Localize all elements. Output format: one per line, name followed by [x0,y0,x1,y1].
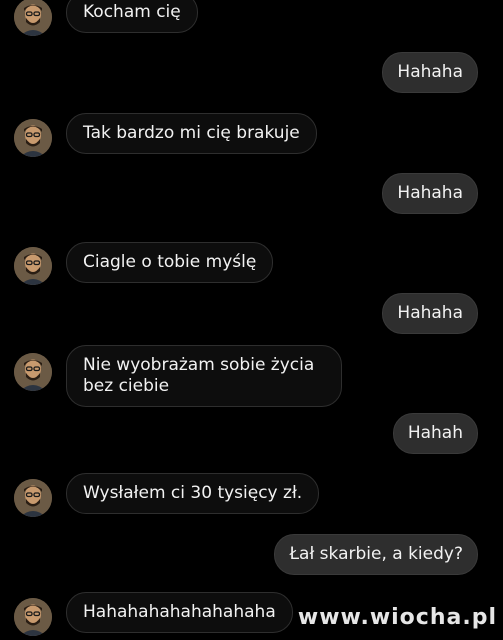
contact-avatar[interactable] [14,247,52,285]
person-avatar-icon [14,479,52,517]
incoming-message-bubble[interactable]: Tak bardzo mi cię brakuje [66,113,317,154]
incoming-message-bubble[interactable]: Wysłałem ci 30 tysięcy zł. [66,473,320,514]
person-avatar-icon [14,353,52,391]
outgoing-message-bubble[interactable]: Łał skarbie, a kiedy? [274,534,478,575]
contact-avatar[interactable] [14,479,52,517]
contact-avatar[interactable] [14,598,52,636]
incoming-message-bubble[interactable]: Nie wyobrażam sobie życia bez ciebie [66,345,342,407]
outgoing-message-bubble[interactable]: Hahaha [382,173,478,214]
outgoing-message-bubble[interactable]: Hahaha [382,52,478,93]
outgoing-message-bubble[interactable]: Hahah [392,413,478,454]
chat-screen: Kocham cię Hahaha Tak bardzo mi cię brak… [0,0,503,640]
contact-avatar[interactable] [14,0,52,36]
site-watermark: www.wiocha.pl [297,605,497,630]
person-avatar-icon [14,247,52,285]
incoming-message-bubble[interactable]: Kocham cię [66,0,198,33]
contact-avatar[interactable] [14,353,52,391]
person-avatar-icon [14,0,52,36]
outgoing-message-bubble[interactable]: Hahaha [382,293,478,334]
person-avatar-icon [14,119,52,157]
contact-avatar[interactable] [14,119,52,157]
incoming-message-bubble[interactable]: Ciagle o tobie myślę [66,242,274,283]
incoming-message-bubble[interactable]: Hahahahahahahahaha [66,592,293,633]
person-avatar-icon [14,598,52,636]
